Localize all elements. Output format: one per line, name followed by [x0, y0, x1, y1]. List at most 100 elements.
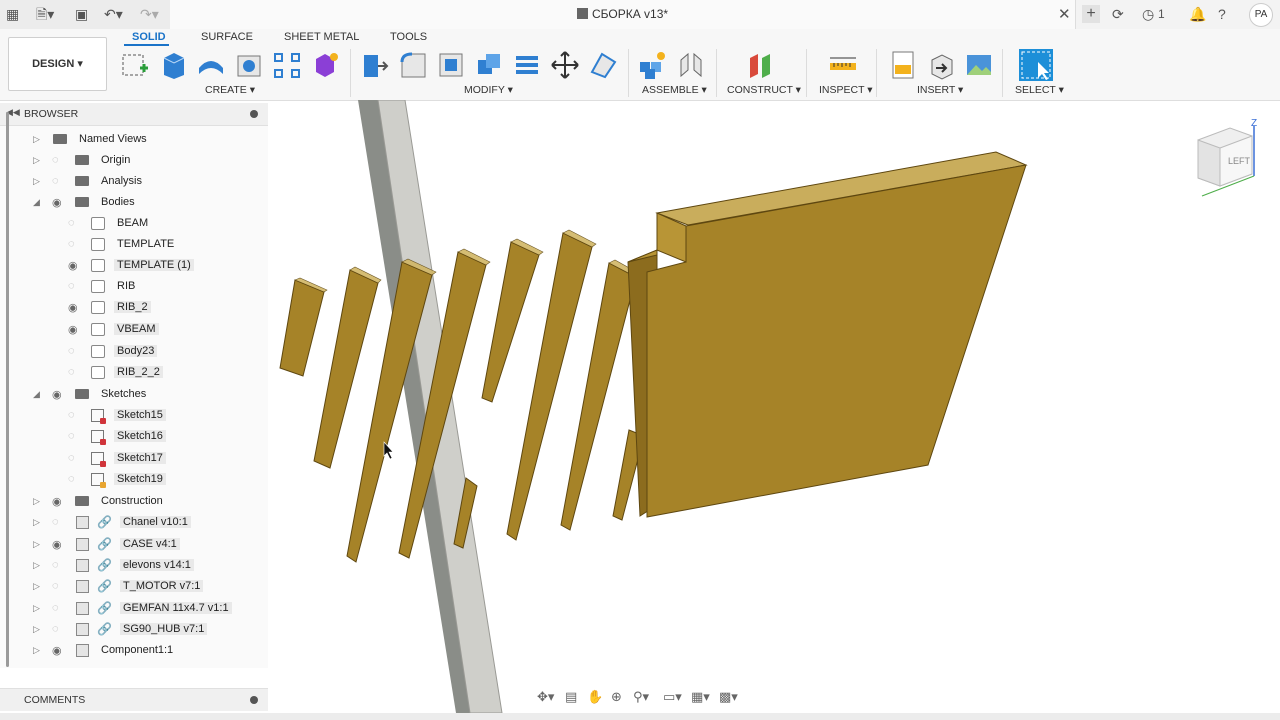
browser-node-origin[interactable]: ▷ ◌ Origin — [30, 151, 260, 172]
expand-arrow-icon[interactable]: ▷ — [33, 560, 40, 571]
document-tab[interactable]: СБОРКА v13* ✕ — [170, 0, 1076, 29]
look-at-icon[interactable]: ▤ — [565, 689, 577, 705]
pin-panel-icon[interactable] — [250, 696, 258, 704]
sketch-item[interactable]: ◌ Sketch17 — [66, 449, 266, 470]
expand-arrow-icon[interactable]: ▷ — [33, 603, 40, 614]
canvas-image-icon[interactable] — [964, 50, 994, 80]
body-item[interactable]: ◌ Body23 — [66, 342, 266, 363]
body-item[interactable]: ◌ RIB_2_2 — [66, 363, 266, 384]
hidden-eye-icon[interactable]: ◌ — [68, 217, 84, 229]
rib-body[interactable] — [279, 279, 325, 377]
create-sketch-icon[interactable] — [120, 50, 150, 80]
hidden-eye-icon[interactable]: ◌ — [68, 366, 84, 378]
new-tab-icon[interactable]: + — [1082, 5, 1100, 23]
construct-menu[interactable]: CONSTRUCT ▾ — [727, 84, 801, 96]
expand-arrow-icon[interactable]: ▷ — [33, 155, 40, 166]
browser-node-named-views[interactable]: ▷ Named Views — [30, 130, 260, 151]
create-form-icon[interactable] — [310, 50, 340, 80]
view-cube[interactable]: LEFT Z — [1190, 118, 1270, 198]
browser-scrollbar[interactable] — [6, 112, 9, 667]
measure-icon[interactable] — [828, 50, 858, 80]
assemble-menu[interactable]: ASSEMBLE ▾ — [642, 84, 707, 96]
file-menu-icon[interactable]: 🗎▾ — [36, 6, 54, 22]
insert-mesh-icon[interactable] — [926, 50, 956, 80]
component-item[interactable]: ▷ ◉ Component1:1 — [30, 641, 260, 662]
component-item[interactable]: ▷ ◌ 🔗 SG90_HUB v7:1 — [30, 620, 260, 641]
hidden-eye-icon[interactable]: ◌ — [68, 430, 84, 442]
pan-hand-icon[interactable]: ✋ — [587, 689, 603, 705]
fit-zoom-icon[interactable]: ⚲▾ — [633, 689, 649, 705]
sync-icon[interactable]: ⟳ — [1112, 6, 1124, 23]
insert-menu[interactable]: INSERT ▾ — [917, 84, 963, 96]
joint-icon[interactable] — [676, 50, 706, 80]
visible-eye-icon[interactable]: ◉ — [52, 388, 68, 401]
move-copy-icon[interactable] — [550, 50, 580, 80]
rib-body[interactable] — [313, 269, 379, 469]
inspect-menu[interactable]: INSPECT ▾ — [819, 84, 873, 96]
body-item[interactable]: ◌ RIB — [66, 277, 266, 298]
browser-node-analysis[interactable]: ▷ ◌ Analysis — [30, 172, 260, 193]
collapse-arrow-icon[interactable]: ◢ — [33, 197, 40, 208]
hidden-eye-icon[interactable]: ◌ — [68, 452, 84, 464]
job-status-icon[interactable]: ◷ — [1142, 6, 1154, 23]
shell-icon[interactable] — [436, 50, 466, 80]
sketch-item[interactable]: ◌ Sketch15 — [66, 406, 266, 427]
offset-plane-icon[interactable] — [746, 50, 776, 80]
hidden-eye-icon[interactable]: ◌ — [68, 409, 84, 421]
component-item[interactable]: ▷ ◌ 🔗 Chanel v10:1 — [30, 513, 260, 534]
tab-surface[interactable]: SURFACE — [201, 31, 253, 43]
close-tab-icon[interactable]: ✕ — [1058, 5, 1071, 23]
browser-node-construction[interactable]: ▷ ◉ Construction — [30, 492, 260, 513]
combine-icon[interactable] — [474, 50, 504, 80]
expand-arrow-icon[interactable]: ▷ — [33, 581, 40, 592]
expand-arrow-icon[interactable]: ▷ — [33, 176, 40, 187]
notifications-icon[interactable]: 🔔 — [1189, 6, 1206, 23]
hidden-eye-icon[interactable]: ◌ — [68, 473, 84, 485]
pattern-icon[interactable] — [272, 50, 302, 80]
rib-body[interactable] — [481, 241, 540, 403]
display-settings-icon[interactable]: ▭▾ — [663, 689, 682, 705]
tab-solid[interactable]: SOLID — [132, 31, 166, 43]
revolve-icon[interactable] — [196, 50, 226, 80]
component-item[interactable]: ▷ ◌ 🔗 GEMFAN 11x4.7 v1:1 — [30, 599, 260, 620]
save-icon[interactable]: ▣ — [75, 6, 88, 22]
visible-eye-icon[interactable]: ◉ — [52, 196, 68, 209]
sketch-item[interactable]: ◌ Sketch19 — [66, 470, 266, 491]
visible-eye-icon[interactable]: ◉ — [52, 495, 68, 508]
hidden-eye-icon[interactable]: ◌ — [52, 580, 68, 592]
visible-eye-icon[interactable]: ◉ — [68, 323, 84, 336]
new-component-icon[interactable] — [637, 50, 667, 80]
hidden-eye-icon[interactable]: ◌ — [68, 280, 84, 292]
visible-eye-icon[interactable]: ◉ — [68, 259, 84, 272]
expand-arrow-icon[interactable]: ▷ — [33, 517, 40, 528]
expand-arrow-icon[interactable]: ▷ — [33, 496, 40, 507]
hidden-eye-icon[interactable]: ◌ — [52, 602, 68, 614]
avatar[interactable]: PA — [1249, 3, 1273, 27]
tab-sheet-metal[interactable]: SHEET METAL — [284, 31, 359, 43]
body-item[interactable]: ◌ TEMPLATE — [66, 235, 266, 256]
insert-svg-icon[interactable] — [888, 50, 918, 80]
body-item[interactable]: ◉ RIB_2 — [66, 298, 266, 319]
expand-arrow-icon[interactable]: ▷ — [33, 645, 40, 656]
press-pull-icon[interactable] — [360, 50, 390, 80]
help-icon[interactable]: ? — [1218, 6, 1226, 22]
pin-panel-icon[interactable] — [250, 110, 258, 118]
visible-eye-icon[interactable]: ◉ — [68, 301, 84, 314]
workspace-switcher-button[interactable]: DESIGN ▾ — [8, 37, 107, 91]
split-face-icon[interactable] — [512, 50, 542, 80]
visible-eye-icon[interactable]: ◉ — [52, 644, 68, 657]
body-item[interactable]: ◌ BEAM — [66, 214, 266, 235]
hidden-eye-icon[interactable]: ◌ — [52, 154, 68, 166]
browser-node-sketches[interactable]: ◢ ◉ Sketches — [30, 385, 260, 406]
extrude-icon[interactable] — [158, 50, 188, 80]
fillet-icon[interactable] — [398, 50, 428, 80]
hidden-eye-icon[interactable]: ◌ — [68, 345, 84, 357]
zoom-icon[interactable]: ⊕ — [611, 689, 622, 705]
create-menu[interactable]: CREATE ▾ — [205, 84, 255, 96]
hole-icon[interactable] — [234, 50, 264, 80]
visible-eye-icon[interactable]: ◉ — [52, 538, 68, 551]
component-item[interactable]: ▷ ◌ 🔗 elevons v14:1 — [30, 556, 260, 577]
sketch-item[interactable]: ◌ Sketch16 — [66, 427, 266, 448]
component-item[interactable]: ▷ ◉ 🔗 CASE v4:1 — [30, 535, 260, 556]
component-item[interactable]: ▷ ◌ 🔗 T_MOTOR v7:1 — [30, 577, 260, 598]
